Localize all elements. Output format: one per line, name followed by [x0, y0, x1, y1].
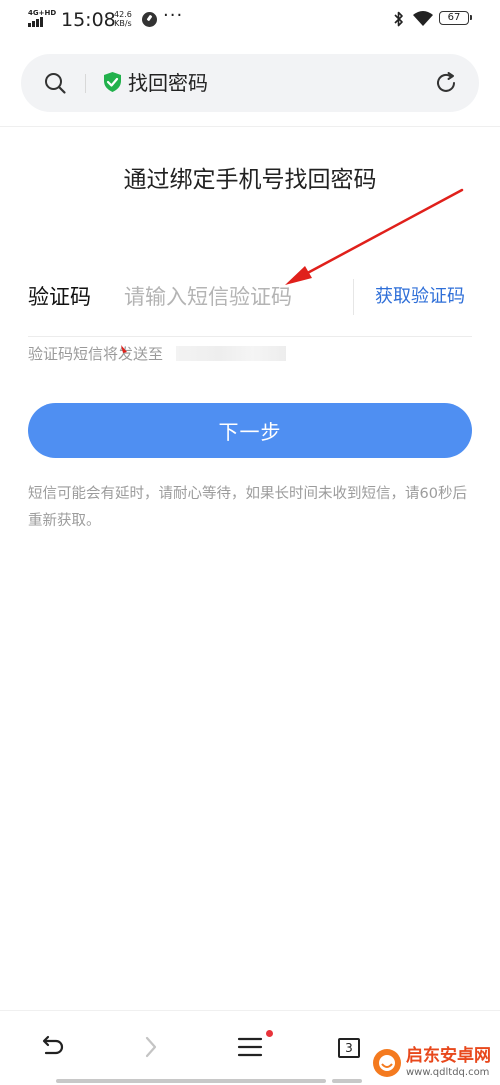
status-time: 15:08: [61, 9, 116, 31]
tabs-count-button[interactable]: 3: [338, 1038, 360, 1058]
code-field-label: 验证码: [28, 285, 91, 309]
back-button[interactable]: [30, 1033, 70, 1065]
address-title[interactable]: 找回密码: [128, 69, 208, 97]
watermark-text: 启东安卓网: [406, 1046, 491, 1066]
field-underline: [28, 336, 472, 337]
watermark-url: www.qdltdq.com: [406, 1067, 490, 1078]
gesture-bar-left: [56, 1079, 326, 1083]
address-divider: [85, 74, 86, 93]
forward-button[interactable]: [130, 1033, 170, 1065]
menu-icon: [237, 1037, 263, 1057]
page-title: 通过绑定手机号找回密码: [123, 167, 377, 193]
menu-notification-dot: [266, 1030, 273, 1037]
status-bar: 4G+HD 15:08 42.6 KB/s ··· 67: [0, 0, 500, 42]
shield-check-icon: [104, 72, 121, 92]
sms-sent-hint: 验证码短信将发送至: [28, 345, 164, 363]
get-code-button[interactable]: 获取验证码: [375, 284, 465, 310]
battery-indicator: 67: [439, 11, 472, 25]
watermark-logo-icon: [373, 1049, 401, 1077]
header-divider: [0, 126, 500, 127]
network-speed-value: 42.6: [114, 10, 132, 19]
back-arrow-icon: [42, 1035, 64, 1055]
network-speed: 42.6 KB/s: [114, 10, 132, 28]
refresh-icon[interactable]: [433, 70, 459, 96]
delay-notice: 短信可能会有延时，请耐心等待，如果长时间未收到短信，请60秒后重新获取。: [28, 486, 467, 529]
signal-strength-icon: [28, 17, 48, 27]
network-type: 4G+HD: [28, 9, 57, 17]
next-step-button[interactable]: 下一步: [28, 403, 472, 458]
network-speed-unit: KB/s: [114, 19, 132, 28]
masked-phone-number: [176, 346, 286, 361]
field-divider: [353, 279, 354, 315]
address-bar[interactable]: 找回密码: [21, 54, 479, 112]
more-notifications-icon: ···: [163, 5, 184, 26]
menu-button[interactable]: [230, 1033, 270, 1065]
chevron-right-icon: [145, 1036, 157, 1058]
gesture-bar-right: [332, 1079, 362, 1083]
bluetooth-icon: [394, 11, 403, 27]
sms-code-input[interactable]: [124, 279, 339, 315]
search-icon[interactable]: [43, 71, 67, 95]
notification-app-icon: [142, 12, 157, 27]
wifi-icon: [413, 11, 433, 26]
watermark: 启东安卓网 www.qdltdq.com: [372, 1046, 500, 1084]
